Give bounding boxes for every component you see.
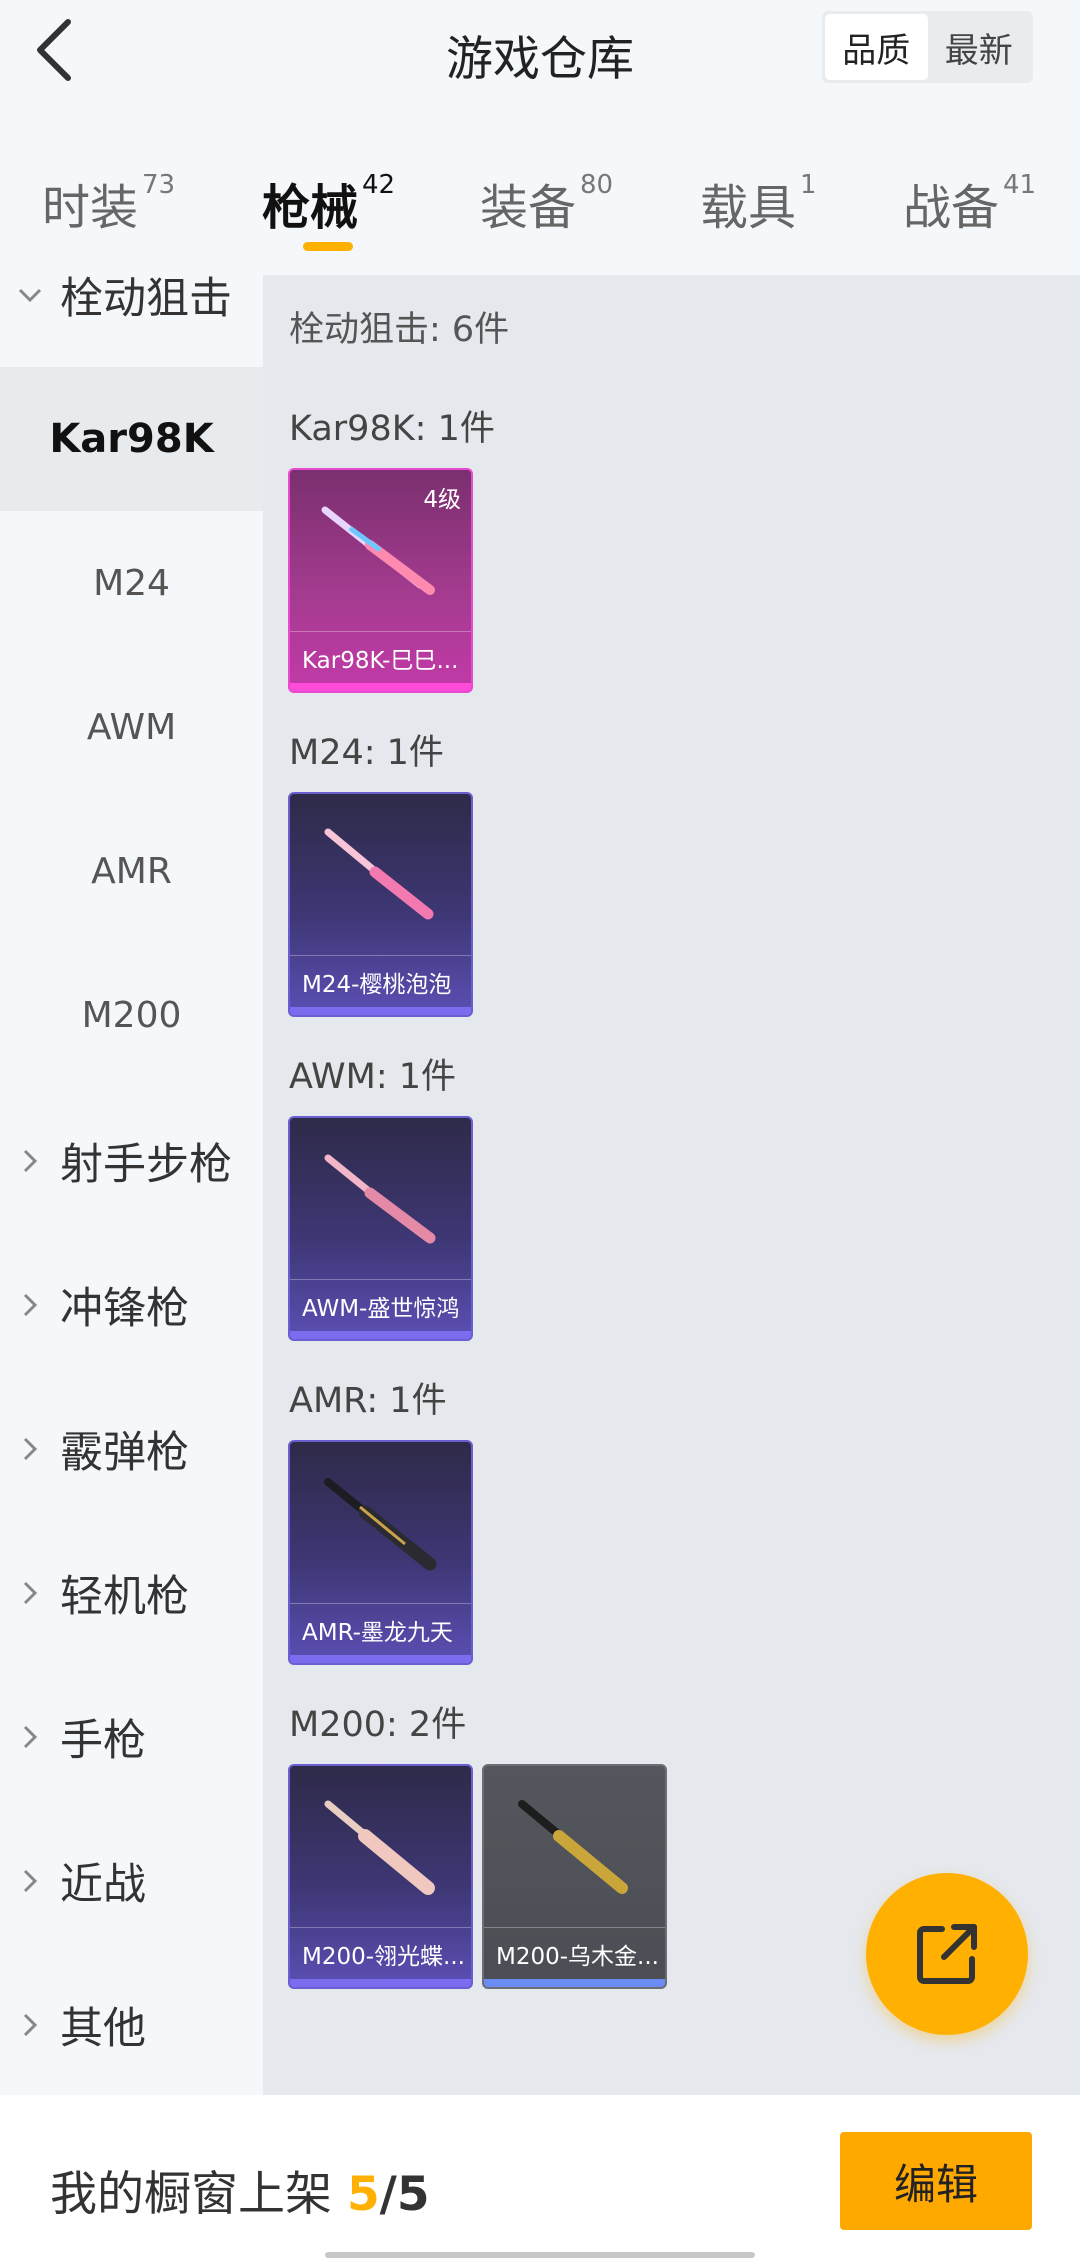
sidebar-group-label: 冲锋枪 <box>60 1284 189 1334</box>
tab-label: 载具 <box>700 180 797 236</box>
rifle-skin-icon <box>518 1800 628 1894</box>
section-label: M200: 2件 <box>289 1705 467 1745</box>
tab-equipment[interactable]: 装备 80 <box>480 168 613 238</box>
item-name: AWM-盛世惊鸿 <box>290 1279 471 1331</box>
rifle-skin-icon <box>324 828 434 920</box>
sort-toggle: 品质 最新 <box>822 11 1033 83</box>
item-grid: 栓动狙击: 6件 Kar98K: 1件 4级 Kar98K-巳巳... M24:… <box>263 275 1080 2095</box>
sidebar-group-label: 手枪 <box>60 1716 146 1766</box>
item-level-badge: 4级 <box>423 487 461 513</box>
edit-button[interactable]: 编辑 <box>840 2132 1032 2230</box>
share-fab-button[interactable] <box>866 1873 1028 2035</box>
home-indicator <box>325 2252 755 2258</box>
rarity-bar <box>290 683 471 691</box>
tab-label: 枪械 <box>262 180 359 236</box>
category-total: 栓动狙击: 6件 <box>289 310 510 350</box>
sidebar-group-lmg[interactable]: 轻机枪 <box>0 1553 263 1633</box>
tab-vehicles[interactable]: 载具 1 <box>700 168 817 238</box>
sidebar: 栓动狙击 Kar98K M24 AWM AMR M200 射手步枪 冲锋枪 霰弹… <box>0 260 263 2095</box>
tab-label: 时装 <box>42 180 139 236</box>
showcase-status: 我的橱窗上架 5/5 <box>50 2155 430 2224</box>
sort-quality-button[interactable]: 品质 <box>825 14 928 80</box>
item-card[interactable]: M24-樱桃泡泡 <box>288 792 473 1017</box>
sidebar-group-label: 其他 <box>60 2004 146 2054</box>
showcase-label: 我的橱窗上架 <box>50 2167 332 2222</box>
share-external-icon <box>917 1924 977 1984</box>
sidebar-group-dmr[interactable]: 射手步枪 <box>0 1121 263 1201</box>
showcase-max: 5 <box>396 2167 430 2222</box>
chevron-right-icon <box>0 1580 60 1606</box>
rarity-bar <box>290 1007 471 1015</box>
section-label: AWM: 1件 <box>289 1057 457 1097</box>
rifle-skin-icon <box>324 1478 437 1571</box>
chevron-right-icon <box>0 1292 60 1318</box>
chevron-right-icon <box>0 1868 60 1894</box>
tab-tactical[interactable]: 战备 41 <box>903 168 1036 238</box>
tab-count: 1 <box>800 170 817 200</box>
tab-count: 80 <box>580 170 614 200</box>
active-tab-indicator <box>303 242 353 251</box>
item-card[interactable]: M200-翎光蝶... <box>288 1764 473 1989</box>
sidebar-group-other[interactable]: 其他 <box>0 1985 263 2065</box>
sidebar-group-melee[interactable]: 近战 <box>0 1841 263 1921</box>
sidebar-item-awm[interactable]: AWM <box>0 655 263 799</box>
sidebar-group-label: 近战 <box>60 1860 146 1910</box>
showcase-current: 5 <box>346 2167 380 2222</box>
item-card[interactable]: AWM-盛世惊鸿 <box>288 1116 473 1341</box>
sidebar-group-label: 射手步枪 <box>60 1140 232 1190</box>
rifle-skin-icon <box>324 1154 436 1244</box>
chevron-right-icon <box>0 1436 60 1462</box>
chevron-right-icon <box>0 1148 60 1174</box>
rifle-skin-icon <box>324 1800 435 1895</box>
showcase-sep: / <box>379 2167 397 2222</box>
section-label: M24: 1件 <box>289 733 444 773</box>
sidebar-group-label: 霰弹枪 <box>60 1428 189 1478</box>
sidebar-group-pistol[interactable]: 手枪 <box>0 1697 263 1777</box>
rarity-bar <box>290 1655 471 1663</box>
sidebar-item-m200[interactable]: M200 <box>0 943 263 1087</box>
sidebar-item-kar98k[interactable]: Kar98K <box>0 367 263 511</box>
sidebar-group-smg[interactable]: 冲锋枪 <box>0 1265 263 1345</box>
tab-fashion[interactable]: 时装 73 <box>42 168 175 238</box>
item-name: M24-樱桃泡泡 <box>290 955 471 1007</box>
section-label: AMR: 1件 <box>289 1381 447 1421</box>
item-card[interactable]: AMR-墨龙九天 <box>288 1440 473 1665</box>
tab-label: 装备 <box>480 180 577 236</box>
chevron-down-icon <box>0 286 60 304</box>
section-label: Kar98K: 1件 <box>289 409 495 449</box>
sidebar-group-label: 轻机枪 <box>60 1572 189 1622</box>
tab-label: 战备 <box>903 180 1000 236</box>
sort-latest-button[interactable]: 最新 <box>928 14 1031 80</box>
sidebar-group-bolt-action[interactable]: 栓动狙击 <box>0 255 263 335</box>
item-name: M200-乌木金... <box>484 1927 665 1979</box>
sidebar-group-shotgun[interactable]: 霰弹枪 <box>0 1409 263 1489</box>
rarity-bar <box>290 1979 471 1987</box>
footer-bar: 我的橱窗上架 5/5 编辑 <box>0 2095 1080 2263</box>
item-card[interactable]: 4级 Kar98K-巳巳... <box>288 468 473 693</box>
rarity-bar <box>484 1979 665 1987</box>
chevron-right-icon <box>0 2012 60 2038</box>
item-name: M200-翎光蝶... <box>290 1927 471 1979</box>
sidebar-group-label: 栓动狙击 <box>60 274 232 324</box>
category-tabs: 时装 73 枪械 42 装备 80 载具 1 战备 41 <box>0 150 1080 260</box>
sidebar-item-m24[interactable]: M24 <box>0 511 263 655</box>
item-name: Kar98K-巳巳... <box>290 631 471 683</box>
tab-count: 41 <box>1003 170 1037 200</box>
tab-count: 42 <box>362 170 396 200</box>
tab-count: 73 <box>142 170 176 200</box>
item-name: AMR-墨龙九天 <box>290 1603 471 1655</box>
rarity-bar <box>290 1331 471 1339</box>
item-card[interactable]: M200-乌木金... <box>482 1764 667 1989</box>
tab-guns[interactable]: 枪械 42 <box>262 168 395 238</box>
sidebar-item-amr[interactable]: AMR <box>0 799 263 943</box>
header: 游戏仓库 品质 最新 <box>0 0 1080 100</box>
chevron-right-icon <box>0 1724 60 1750</box>
